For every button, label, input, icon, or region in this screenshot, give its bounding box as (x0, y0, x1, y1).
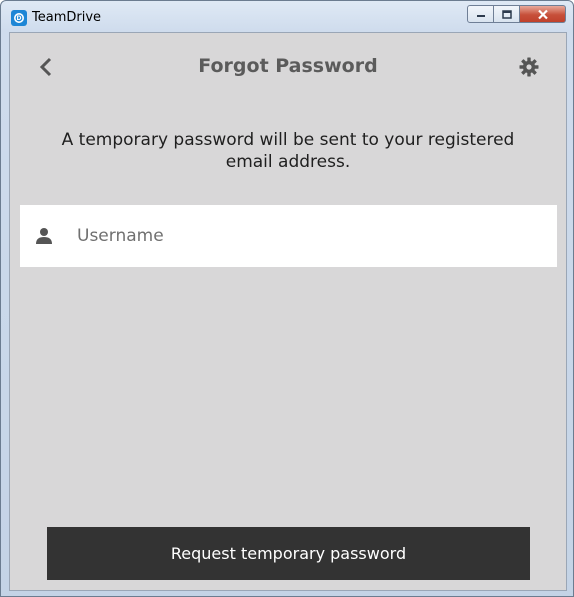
page-title: Forgot Password (198, 55, 378, 77)
gear-icon (519, 57, 539, 77)
username-field[interactable] (20, 205, 557, 267)
settings-button[interactable] (516, 54, 542, 80)
svg-text:D: D (17, 15, 22, 22)
teamdrive-logo-icon: D (11, 10, 27, 26)
username-input[interactable] (77, 205, 547, 267)
request-button-label: Request temporary password (170, 544, 407, 563)
close-button[interactable] (520, 5, 566, 23)
forgot-password-panel: Forgot Password A temporary password wil… (9, 32, 567, 591)
maximize-icon (501, 9, 512, 19)
minimize-button[interactable] (467, 5, 494, 23)
app-window: D TeamDrive Forgot Password A temporary … (0, 0, 574, 597)
minimize-icon (476, 15, 485, 17)
instruction-text: A temporary password will be sent to you… (61, 130, 515, 172)
request-temporary-password-button[interactable]: Request temporary password (47, 527, 530, 580)
maximize-button[interactable] (494, 5, 520, 23)
header-bar: Forgot Password (10, 33, 566, 103)
window-title: TeamDrive (32, 10, 102, 25)
close-icon (537, 9, 548, 19)
title-bar[interactable]: D TeamDrive (1, 1, 573, 32)
user-icon (36, 228, 52, 244)
window-controls (467, 5, 566, 23)
